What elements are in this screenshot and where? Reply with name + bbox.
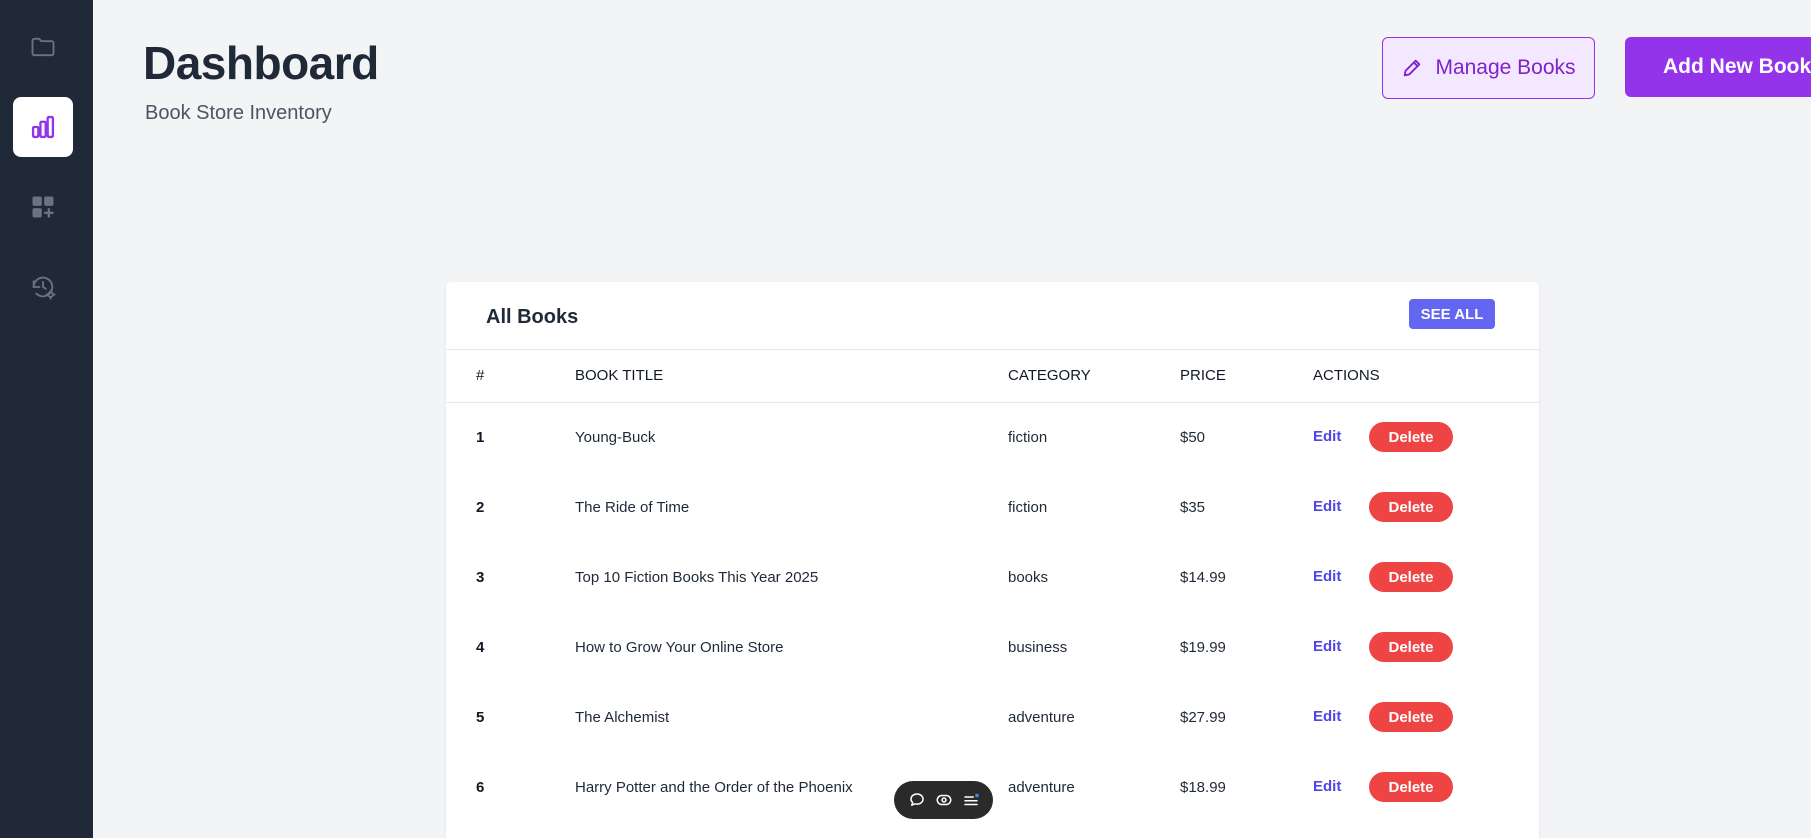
row-index: 1	[476, 428, 485, 446]
table-header-row: # BOOK TITLE CATEGORY PRICE ACTIONS	[446, 350, 1539, 402]
book-price: $14.99	[1180, 568, 1226, 586]
row-actions: Edit Delete	[1313, 752, 1539, 822]
preview-button[interactable]	[935, 791, 953, 809]
row-actions: Edit Delete	[1313, 542, 1539, 612]
edit-link[interactable]: Edit	[1313, 708, 1369, 725]
add-new-book-label: Add New Book	[1663, 55, 1811, 78]
bar-chart-icon	[31, 115, 55, 139]
comment-icon	[909, 793, 924, 806]
menu-button[interactable]	[962, 791, 980, 809]
table-row: 1 Young-Buck fiction $50 Edit Delete	[446, 402, 1539, 472]
column-header-category: CATEGORY	[1008, 367, 1091, 385]
edit-link[interactable]: Edit	[1313, 778, 1369, 795]
row-index: 2	[476, 498, 485, 516]
book-category: fiction	[1008, 498, 1048, 516]
sidebar-item-history-settings[interactable]	[13, 257, 73, 317]
book-title: The Ride of Time	[575, 498, 690, 516]
book-category: books	[1008, 568, 1049, 586]
row-actions: Edit Delete	[1313, 472, 1539, 542]
eye-icon	[936, 794, 951, 806]
book-title: How to Grow Your Online Store	[575, 638, 784, 656]
row-actions: Edit Delete	[1313, 682, 1539, 752]
column-header-index: #	[476, 367, 485, 385]
sidebar-item-files[interactable]	[13, 17, 73, 77]
sidebar	[0, 0, 93, 838]
column-header-price: PRICE	[1180, 367, 1226, 385]
page-subtitle: Book Store Inventory	[145, 102, 332, 124]
comment-button[interactable]	[908, 791, 926, 809]
add-new-book-button[interactable]: Add New Book	[1625, 37, 1811, 97]
delete-button[interactable]: Delete	[1369, 702, 1453, 732]
book-price: $35	[1180, 498, 1206, 516]
book-category: business	[1008, 638, 1068, 656]
edit-link[interactable]: Edit	[1313, 498, 1369, 515]
delete-button[interactable]: Delete	[1369, 772, 1453, 802]
book-price: $18.99	[1180, 778, 1226, 796]
table-row: 5 The Alchemist adventure $27.99 Edit Del…	[446, 682, 1539, 752]
column-header-title: BOOK TITLE	[575, 367, 664, 385]
book-price: $50	[1180, 428, 1206, 446]
menu-notification-icon	[963, 793, 979, 806]
book-title: The Alchemist	[575, 708, 670, 726]
delete-button[interactable]: Delete	[1369, 632, 1453, 662]
delete-button[interactable]: Delete	[1369, 562, 1453, 592]
edit-link[interactable]: Edit	[1313, 428, 1369, 445]
card-header: All Books SEE ALL	[446, 282, 1539, 350]
all-books-card: All Books SEE ALL # BOOK TITLE CATEGORY …	[446, 282, 1539, 838]
book-category: adventure	[1008, 708, 1075, 726]
floating-toolbar	[894, 781, 993, 819]
book-price: $27.99	[1180, 708, 1226, 726]
delete-button[interactable]: Delete	[1369, 422, 1453, 453]
row-index: 4	[476, 638, 485, 656]
page-title: Dashboard	[143, 37, 379, 89]
book-title: Top 10 Fiction Books This Year 2025	[575, 568, 819, 586]
manage-books-button[interactable]: Manage Books	[1382, 37, 1595, 99]
row-actions: Edit Delete	[1313, 612, 1539, 682]
card-title: All Books	[486, 306, 579, 328]
folder-icon	[31, 37, 55, 57]
row-actions: Edit Delete	[1313, 402, 1539, 472]
book-price: $19.99	[1180, 638, 1226, 656]
book-title: Young-Buck	[575, 428, 656, 446]
sidebar-item-dashboard[interactable]	[13, 97, 73, 157]
table-row: 3 Top 10 Fiction Books This Year 2025 bo…	[446, 542, 1539, 612]
manage-books-label: Manage Books	[1435, 56, 1576, 79]
table-row: 6 Harry Potter and the Order of the Phoe…	[446, 752, 1539, 822]
edit-link[interactable]: Edit	[1313, 638, 1369, 655]
table-row: 4 How to Grow Your Online Store business…	[446, 612, 1539, 682]
column-header-actions: ACTIONS	[1313, 367, 1380, 385]
add-widget-icon	[32, 196, 54, 218]
see-all-button[interactable]: SEE ALL	[1409, 299, 1495, 329]
row-index: 5	[476, 708, 485, 726]
sidebar-item-widgets[interactable]	[13, 177, 73, 237]
table-row: 2 The Ride of Time fiction $35 Edit Delet…	[446, 472, 1539, 542]
edit-link[interactable]: Edit	[1313, 568, 1369, 585]
row-index: 6	[476, 778, 485, 796]
row-index: 3	[476, 568, 485, 586]
books-table: # BOOK TITLE CATEGORY PRICE ACTIONS 1 Yo…	[446, 350, 1539, 822]
pencil-icon	[1404, 59, 1421, 77]
book-category: adventure	[1008, 778, 1075, 796]
delete-button[interactable]: Delete	[1369, 492, 1453, 522]
history-settings-icon	[32, 276, 56, 300]
book-category: fiction	[1008, 428, 1048, 446]
